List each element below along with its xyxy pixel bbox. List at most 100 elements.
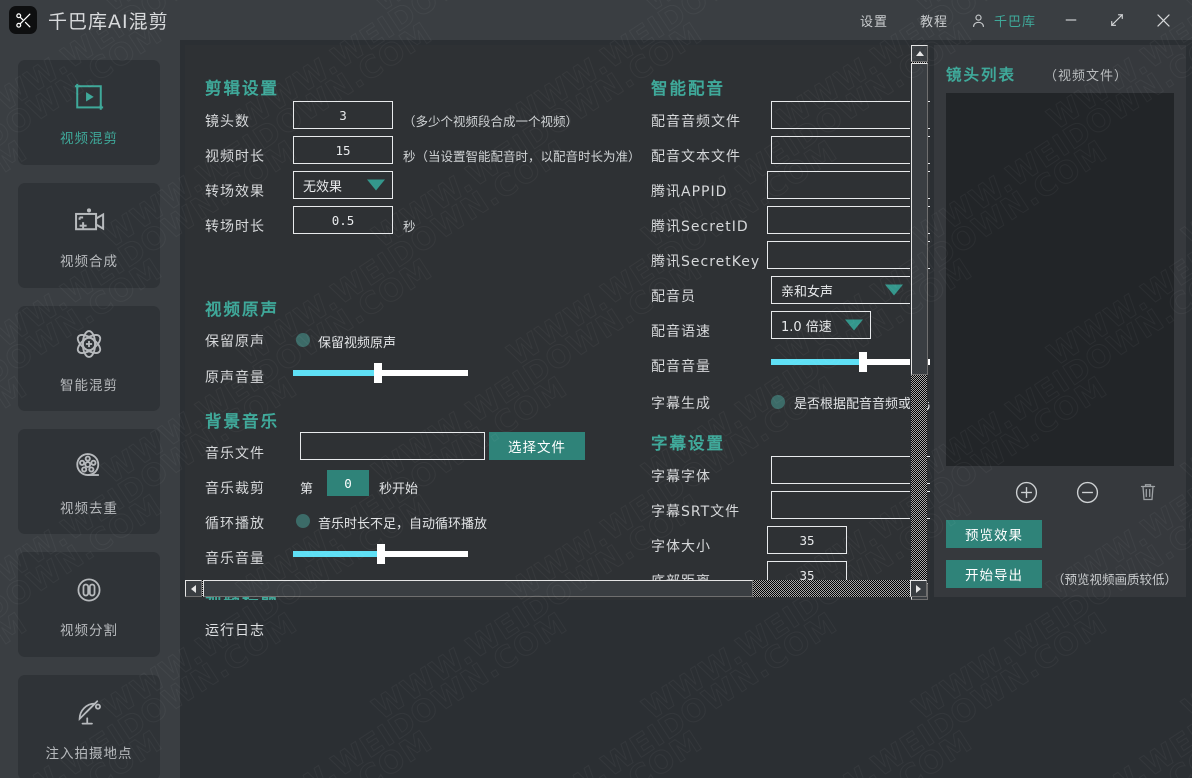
- slider-original-volume[interactable]: [293, 370, 468, 376]
- sidebar-label-5: 注入拍摄地点: [46, 742, 133, 762]
- satellite-dish-icon: [69, 693, 109, 733]
- input-tencent-secretkey[interactable]: [767, 241, 930, 269]
- music-trim-prefix: 第: [300, 478, 313, 497]
- select-speech-rate[interactable]: 1.0 倍速: [771, 311, 871, 339]
- shot-list-panel: 镜头列表 （视频文件） 预览效果 （预览视频画质较低） 开始导出: [934, 45, 1186, 597]
- plus-circle-icon[interactable]: [1014, 480, 1039, 505]
- slider-fill-original-volume: [293, 370, 377, 376]
- maximize-button[interactable]: [1094, 0, 1140, 40]
- menu-settings[interactable]: 设置: [844, 11, 904, 30]
- label-music-file: 音乐文件: [205, 443, 265, 463]
- sidebar-item-video-merge[interactable]: 视频合成: [18, 183, 160, 288]
- section-title-subtitle: 字幕设置: [651, 430, 725, 454]
- checkbox-keep-original[interactable]: [296, 333, 310, 347]
- section-title-original-audio: 视频原声: [205, 296, 279, 320]
- scissors-icon: [14, 11, 33, 30]
- vertical-scroll-thumb[interactable]: [911, 63, 928, 375]
- form-vertical-scrollbar[interactable]: [910, 45, 927, 600]
- sidebar-label-4: 视频分割: [60, 619, 118, 639]
- checkbox-label-loop-play: 音乐时长不足，自动循环播放: [318, 513, 487, 532]
- minus-circle-icon[interactable]: [1075, 480, 1100, 505]
- close-icon: [1154, 11, 1173, 30]
- sidebar-item-smart-mix[interactable]: 智能混剪: [18, 306, 160, 411]
- label-dub-volume: 配音音量: [651, 356, 711, 376]
- atom-icon: [68, 323, 110, 365]
- chevron-down-icon: [885, 285, 903, 296]
- label-original-volume: 原声音量: [205, 367, 265, 387]
- slider-fill-music-volume: [293, 551, 381, 557]
- preview-note: （预览视频画质较低）: [1052, 569, 1177, 588]
- slider-knob-original-volume[interactable]: [374, 363, 382, 383]
- input-tencent-appid[interactable]: [767, 171, 930, 199]
- app-logo: [9, 6, 37, 34]
- shot-list-actions: [946, 475, 1174, 509]
- slider-knob-dub-volume[interactable]: [859, 352, 867, 372]
- input-video-duration[interactable]: 15: [293, 136, 393, 164]
- sidebar-item-video-mix[interactable]: 视频混剪: [18, 60, 160, 165]
- chevron-down-icon: [845, 320, 863, 331]
- input-dub-text-file[interactable]: [771, 136, 930, 164]
- user-name: 千巴库: [994, 11, 1036, 30]
- app-title: 千巴库AI混剪: [48, 7, 169, 34]
- sidebar-item-inject-location[interactable]: 注入拍摄地点: [18, 675, 160, 778]
- label-loop-play: 循环播放: [205, 513, 265, 533]
- scroll-up-button[interactable]: [911, 45, 928, 62]
- label-tencent-appid: 腾讯APPID: [651, 181, 727, 201]
- run-log-panel[interactable]: 运行日志: [185, 601, 1192, 778]
- label-keep-original: 保留原声: [205, 331, 265, 351]
- select-speech-rate-value: 1.0 倍速: [781, 316, 832, 335]
- trash-icon[interactable]: [1136, 480, 1160, 504]
- hint-shot-count: （多少个视频段合成一个视频）: [403, 111, 578, 130]
- split-icon: [69, 570, 109, 610]
- input-music-trim-start[interactable]: 0: [327, 470, 369, 496]
- close-button[interactable]: [1140, 0, 1186, 40]
- user-account[interactable]: 千巴库: [964, 11, 1048, 30]
- input-subtitle-srt[interactable]: [771, 491, 930, 519]
- section-title-bgm: 背景音乐: [205, 408, 279, 432]
- label-subtitle-font: 字幕字体: [651, 466, 711, 486]
- triangle-right-icon: [916, 585, 921, 593]
- select-transition-effect[interactable]: 无效果: [293, 171, 393, 199]
- label-music-trim: 音乐裁剪: [205, 478, 265, 498]
- menu-tutorial[interactable]: 教程: [904, 11, 964, 30]
- music-trim-suffix: 秒开始: [379, 478, 418, 497]
- export-button[interactable]: 开始导出: [946, 560, 1042, 588]
- form-horizontal-scrollbar[interactable]: [185, 580, 927, 597]
- input-subtitle-font[interactable]: [771, 456, 930, 484]
- select-voice-actor[interactable]: 亲和女声: [771, 276, 911, 304]
- input-music-file[interactable]: [300, 432, 485, 460]
- shot-list-box[interactable]: [946, 93, 1174, 466]
- settings-form-panel: 剪辑设置 镜头数 3 （多少个视频段合成一个视频） 视频时长 15 秒（当设置智…: [185, 45, 930, 600]
- titlebar-actions: 设置 教程 千巴库: [844, 0, 1192, 40]
- slider-knob-music-volume[interactable]: [377, 544, 385, 564]
- label-subtitle-gen: 字幕生成: [651, 393, 711, 413]
- minimize-button[interactable]: [1048, 0, 1094, 40]
- slider-music-volume[interactable]: [293, 551, 468, 557]
- settings-form-inner: 剪辑设置 镜头数 3 （多少个视频段合成一个视频） 视频时长 15 秒（当设置智…: [185, 45, 930, 600]
- user-icon: [970, 12, 987, 29]
- input-tencent-secretid[interactable]: [767, 206, 930, 234]
- sidebar-label-3: 视频去重: [60, 497, 118, 517]
- input-transition-duration[interactable]: 0.5: [293, 206, 393, 234]
- hint-video-duration: 秒（当设置智能配音时，以配音时长为准）: [403, 146, 641, 165]
- scroll-left-button[interactable]: [185, 580, 202, 597]
- preview-button[interactable]: 预览效果: [946, 520, 1042, 548]
- scroll-right-button[interactable]: [910, 580, 927, 597]
- input-shot-count[interactable]: 3: [293, 101, 393, 129]
- label-tencent-secretid: 腾讯SecretID: [651, 216, 749, 236]
- hint-transition-duration: 秒: [403, 216, 416, 235]
- slider-fill-dub-volume: [771, 359, 862, 365]
- horizontal-scroll-thumb[interactable]: [203, 580, 753, 597]
- sidebar-item-split[interactable]: 视频分割: [18, 552, 160, 657]
- sidebar-item-dedupe[interactable]: 视频去重: [18, 429, 160, 534]
- input-font-size[interactable]: 35: [767, 526, 847, 554]
- triangle-left-icon: [191, 585, 196, 593]
- choose-file-button[interactable]: 选择文件: [489, 432, 585, 460]
- input-dub-audio-file[interactable]: [771, 101, 930, 129]
- film-reel-icon: [68, 446, 110, 488]
- checkbox-subtitle-gen[interactable]: [771, 395, 785, 409]
- slider-dub-volume[interactable]: [771, 359, 930, 365]
- triangle-up-icon: [916, 51, 924, 56]
- checkbox-loop-play[interactable]: [296, 514, 310, 528]
- label-speech-rate: 配音语速: [651, 321, 711, 341]
